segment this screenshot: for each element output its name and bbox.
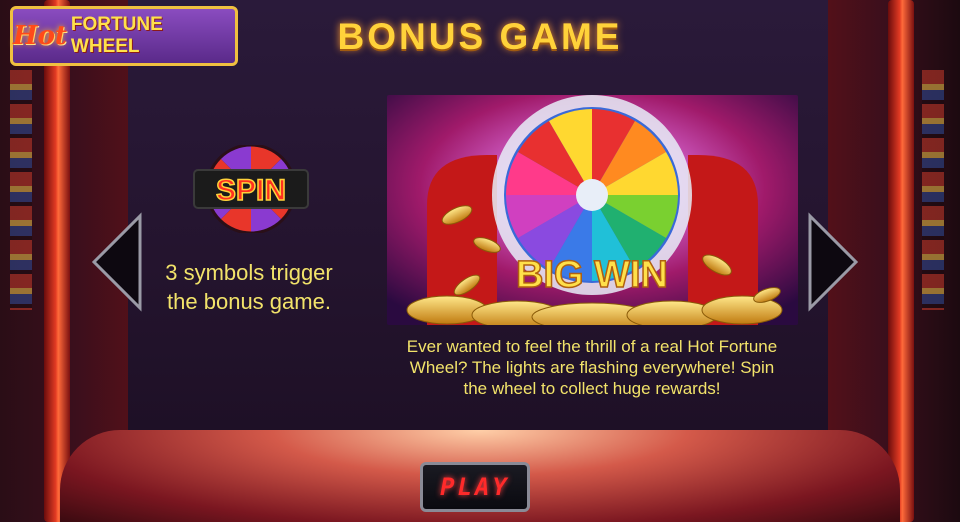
big-win-banner: BIG WIN	[516, 254, 668, 296]
play-button[interactable]: PLAY	[420, 462, 530, 512]
chevron-left-icon	[91, 212, 142, 312]
background-slot-machine-left	[10, 70, 32, 310]
spin-symbol-label: SPIN	[216, 174, 286, 207]
next-page-button[interactable]	[806, 212, 860, 312]
bonus-wheel-image: BIG WIN	[387, 95, 798, 325]
left-red-pillar	[44, 0, 70, 522]
spin-symbol-icon: SPIN	[192, 143, 310, 235]
bonus-trigger-description: 3 symbols trigger the bonus game.	[165, 260, 333, 314]
chevron-right-icon	[808, 212, 859, 312]
background-slot-machine-right	[922, 70, 944, 310]
play-button-label: PLAY	[440, 473, 510, 501]
page-title: BONUS GAME	[337, 16, 623, 57]
bonus-game-description: Ever wanted to feel the thrill of a real…	[406, 337, 778, 398]
right-red-pillar	[888, 0, 914, 522]
previous-page-button[interactable]	[90, 212, 144, 312]
